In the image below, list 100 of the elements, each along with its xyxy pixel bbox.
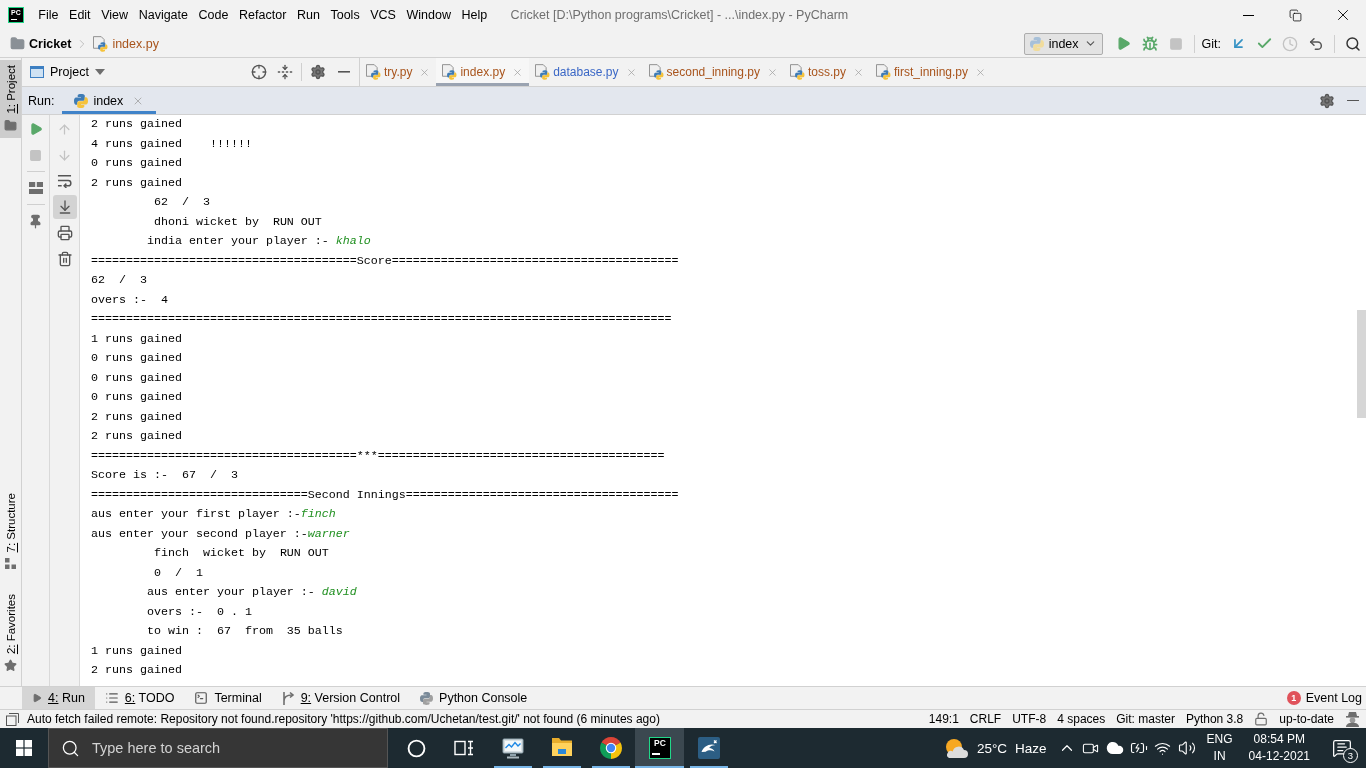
tool-window-tab[interactable]: 1: Project: [0, 60, 21, 138]
menu-item[interactable]: Edit: [63, 3, 96, 27]
gear-icon: [310, 64, 326, 80]
editor-tab[interactable]: index.py: [436, 58, 530, 86]
console-line: 0 runs gained: [91, 390, 182, 404]
weather-condition[interactable]: Haze: [1015, 740, 1047, 756]
monitor-icon: [501, 737, 524, 759]
status-item[interactable]: up-to-date: [1279, 712, 1334, 726]
window-icon: [30, 66, 44, 78]
menu-item[interactable]: VCS: [364, 3, 402, 27]
search-input[interactable]: Type here to search: [92, 737, 387, 759]
python-file-icon: [535, 64, 551, 80]
restore-icon: [1289, 8, 1302, 22]
clock-time[interactable]: 08:54 PM: [1253, 732, 1305, 747]
python-file-icon: [648, 64, 664, 80]
search-field[interactable]: Type here to search: [48, 728, 388, 768]
tool-window-tab[interactable]: 9: Version Control: [271, 687, 411, 709]
editor-tab[interactable]: try.py: [360, 58, 437, 86]
language-code[interactable]: ENG: [1206, 732, 1233, 747]
search-icon: [61, 738, 80, 758]
console-line: overs :- 0 . 1: [146, 604, 252, 619]
circle-icon: [406, 738, 426, 758]
menu-item[interactable]: Code: [193, 3, 234, 27]
console-line: india enter your player :- khalo: [146, 234, 371, 248]
play-icon: [32, 693, 42, 703]
minus-icon: [1347, 99, 1359, 102]
caret-down-icon[interactable]: [94, 69, 105, 75]
colored-circle-icon: [599, 737, 622, 759]
tool-window-tab[interactable]: Python Console: [410, 687, 538, 709]
lock-icon[interactable]: [1254, 712, 1269, 726]
console-line: 4 runs gained !!!!!!: [91, 136, 252, 151]
menu-item[interactable]: File: [33, 3, 64, 27]
windows-logo-icon: [16, 740, 32, 756]
menu-item[interactable]: View: [95, 3, 134, 27]
person-hat-icon: [1345, 711, 1360, 727]
window-icon: [6, 712, 19, 726]
status-item[interactable]: Python 3.8: [1185, 712, 1244, 726]
breadcrumb-item[interactable]: Cricket: [29, 36, 72, 51]
editor-tab[interactable]: database.py: [529, 58, 643, 86]
scroll-to-end-button[interactable]: [52, 195, 77, 219]
status-item[interactable]: 4 spaces: [1057, 712, 1106, 726]
tool-window-tab[interactable]: 7: Structure: [0, 488, 21, 575]
status-item[interactable]: UTF-8: [1012, 712, 1047, 726]
status-item[interactable]: Git: master: [1116, 712, 1175, 726]
editor-tab[interactable]: first_inning.py: [869, 58, 992, 86]
temperature[interactable]: 25°C: [976, 740, 1008, 756]
console-line: finch wicket by RUN OUT: [153, 546, 329, 560]
console-line: 0 runs gained: [91, 351, 182, 365]
terminal-icon: [194, 691, 209, 705]
scrollbar-thumb[interactable]: [1357, 310, 1366, 418]
stop-icon: [29, 148, 42, 162]
menu-item[interactable]: Navigate: [133, 3, 194, 27]
menu-item[interactable]: Run: [291, 3, 326, 27]
console-line: 2 runs gained: [91, 117, 182, 131]
console-line: aus enter your second player :-warner: [91, 526, 350, 541]
play-icon: [1116, 36, 1132, 51]
console-line: 2 runs gained: [91, 175, 182, 190]
menu-item[interactable]: Window: [401, 3, 457, 27]
speaker-icon: [1177, 739, 1196, 757]
play-icon: [28, 122, 43, 136]
region-code[interactable]: IN: [1213, 749, 1226, 764]
menu-item[interactable]: Help: [456, 3, 493, 27]
editor-tab[interactable]: toss.py: [783, 58, 870, 86]
tool-window-tab[interactable]: 2: Favorites: [0, 588, 21, 678]
list-icon: [104, 691, 119, 705]
tool-window-tab[interactable]: Terminal: [184, 687, 272, 709]
status-message: Auto fetch failed remote: Repository not found.repository 'https://github.com/Uchetan/test.git/' not found (6 minutes ago): [27, 712, 660, 726]
console-line: 1 runs gained: [91, 331, 182, 346]
star-icon: [4, 659, 17, 672]
app-logo: PC: [648, 737, 671, 759]
trash-icon: [56, 251, 73, 267]
status-item[interactable]: 149:1: [928, 712, 959, 726]
status-item[interactable]: CRLF: [969, 712, 1002, 726]
console-line: ===================================================================================: [91, 312, 672, 326]
wrap-icon: [57, 174, 72, 188]
count-badge: 1: [1286, 691, 1301, 705]
clock-date[interactable]: 04-12-2021: [1248, 749, 1310, 764]
console-line: 0 runs gained: [91, 370, 182, 385]
menu-item[interactable]: Tools: [325, 3, 365, 27]
event-log-button[interactable]: 1 Event Log: [1280, 687, 1366, 709]
breadcrumb-item[interactable]: index.py: [112, 36, 159, 51]
undo-icon: [1308, 35, 1324, 52]
grid-icon: [5, 557, 16, 569]
console-line: ======================================Score=========================================: [91, 253, 679, 268]
console-line: 62 / 3: [153, 195, 210, 209]
project-view-dropdown[interactable]: Project: [30, 65, 105, 79]
console-line: to win : 67 from 35 balls: [146, 624, 343, 638]
search-icon: [1345, 35, 1361, 52]
console-line: aus enter your first player :-finch: [91, 507, 336, 521]
notifications-button[interactable]: 3: [1318, 728, 1366, 768]
console-line: dhoni wicket by RUN OUT: [153, 214, 322, 229]
python-icon: [74, 93, 89, 108]
taskbar-app[interactable]: PC: [635, 728, 684, 768]
tool-window-tab[interactable]: 6: TODO: [94, 687, 185, 709]
arrow-down-icon: [57, 147, 72, 163]
run-config-dropdown[interactable]: index: [1023, 32, 1103, 55]
tool-window-tab[interactable]: 4: Run: [22, 687, 95, 709]
menu-item[interactable]: Refactor: [233, 3, 292, 27]
arrow-up-icon: [57, 121, 72, 137]
editor-tab[interactable]: second_inning.py: [642, 58, 784, 86]
